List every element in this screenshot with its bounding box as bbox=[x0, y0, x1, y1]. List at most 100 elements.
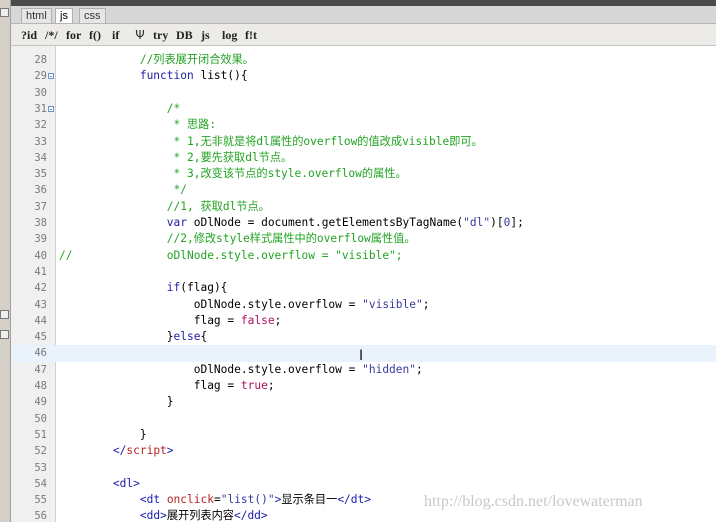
code-text: function list(){ bbox=[59, 68, 248, 84]
code-token: oDlNode = document.getElementsByTagName( bbox=[187, 216, 464, 229]
code-token: < bbox=[112, 476, 120, 490]
line-number: 32 bbox=[34, 119, 47, 132]
fit-button[interactable]: f!t bbox=[245, 27, 257, 43]
if-button[interactable]: if bbox=[112, 27, 119, 43]
collapse-arrow-icon[interactable] bbox=[0, 8, 9, 17]
code-line[interactable]: 38 var oDlNode = document.getElementsByT… bbox=[11, 215, 716, 231]
code-line[interactable]: 48 flag = true; bbox=[11, 378, 716, 394]
id-button[interactable]: ?id bbox=[21, 27, 37, 43]
code-line[interactable]: 50 bbox=[11, 411, 716, 427]
log-button[interactable]: log bbox=[222, 27, 237, 43]
code-editor[interactable]: 28 //列表展开闭合效果。 29 function list(){ 30 31 /*… bbox=[11, 46, 716, 522]
db-button[interactable]: DB bbox=[176, 27, 193, 43]
line-number: 40 bbox=[34, 249, 47, 262]
code-line[interactable]: 52 </script> bbox=[11, 443, 716, 459]
code-line[interactable]: 32 * 思路: bbox=[11, 117, 716, 133]
line-number: 54 bbox=[34, 477, 47, 490]
ibeam-cursor-icon: I bbox=[359, 348, 364, 364]
code-line[interactable]: 45 }else{ bbox=[11, 329, 716, 345]
code-line[interactable]: 42 if(flag){ bbox=[11, 280, 716, 296]
code-token: )[ bbox=[490, 216, 504, 229]
fold-toggle-icon[interactable] bbox=[48, 73, 54, 80]
code-token: (flag){ bbox=[180, 281, 228, 295]
code-text: }else{ bbox=[59, 329, 207, 345]
line-number: 42 bbox=[34, 282, 47, 295]
code-line[interactable]: 37 //1, 获取dl节点。 bbox=[11, 199, 716, 215]
code-token: false bbox=[240, 313, 275, 327]
code-token: var bbox=[166, 216, 187, 229]
panel-scroll-icon[interactable] bbox=[0, 330, 9, 339]
code-line[interactable]: 40 // oDlNode.style.overflow = "visible"; bbox=[11, 248, 716, 264]
code-token: } bbox=[166, 330, 174, 344]
language-tab-bar: html js css bbox=[11, 6, 716, 24]
code-token: > bbox=[160, 509, 167, 522]
try-button[interactable]: try bbox=[153, 27, 168, 43]
code-text: * 2,要先获取dl节点。 bbox=[59, 150, 293, 166]
line-number: 52 bbox=[34, 445, 47, 458]
line-number: 38 bbox=[34, 217, 47, 229]
code-line[interactable]: 34 * 2,要先获取dl节点。 bbox=[11, 150, 716, 166]
code-token: dt bbox=[350, 493, 365, 507]
code-line[interactable]: 47 oDlNode.style.overflow = "hidden"; bbox=[11, 362, 716, 378]
code-line[interactable]: 30 bbox=[11, 85, 716, 101]
code-line[interactable]: 53 bbox=[11, 460, 716, 476]
code-token: ; bbox=[416, 362, 423, 376]
code-token: flag = bbox=[193, 379, 241, 392]
code-token: dt bbox=[146, 493, 161, 507]
code-text: var oDlNode = document.getElementsByTagN… bbox=[59, 215, 524, 231]
code-line[interactable]: 41 bbox=[11, 264, 716, 280]
code-line[interactable]: 49 } bbox=[11, 394, 716, 410]
code-token: //1, 获取dl节点。 bbox=[166, 199, 270, 213]
code-text: } bbox=[59, 394, 174, 410]
for-button[interactable]: for bbox=[66, 27, 81, 43]
code-token: 展开列表内容 bbox=[166, 509, 234, 522]
line-number: 56 bbox=[34, 510, 47, 522]
line-number: 30 bbox=[34, 86, 47, 99]
line-number: 35 bbox=[34, 168, 47, 181]
code-line[interactable]: 35 * 3,改变该节点的style.overflow的属性。 bbox=[11, 166, 716, 182]
code-token: "hidden" bbox=[362, 362, 416, 376]
code-line[interactable]: 28 //列表展开闭合效果。 bbox=[11, 52, 716, 68]
code-token: } bbox=[139, 427, 147, 441]
code-line[interactable]: 36 */ bbox=[11, 182, 716, 198]
code-line[interactable]: 39 //2,修改style样式属性中的overflow属性值。 bbox=[11, 231, 716, 247]
code-line[interactable]: 44 flag = false; bbox=[11, 313, 716, 329]
code-text: //1, 获取dl节点。 bbox=[59, 199, 270, 215]
code-line[interactable]: 31 /* bbox=[11, 101, 716, 117]
code-line[interactable]: 54 <dl> bbox=[11, 476, 716, 492]
regex-icon[interactable]: Ψ bbox=[133, 27, 147, 43]
code-token: script bbox=[126, 444, 167, 458]
js-button[interactable]: js bbox=[201, 27, 210, 43]
tab-js[interactable]: js bbox=[55, 8, 73, 23]
code-token: oDlNode.style.overflow = bbox=[193, 297, 363, 311]
code-line[interactable]: 33 * 1,无非就是将dl属性的overflow的值改成visible即可。 bbox=[11, 134, 716, 150]
code-line[interactable]: 51 } bbox=[11, 427, 716, 443]
code-line[interactable]: 43 oDlNode.style.overflow = "visible"; bbox=[11, 297, 716, 313]
panel-restore-icon[interactable] bbox=[0, 310, 9, 319]
code-token: */ bbox=[173, 183, 187, 197]
line-number: 48 bbox=[34, 380, 47, 392]
code-token: if bbox=[166, 281, 181, 295]
line-number: 33 bbox=[34, 135, 47, 148]
code-token: < bbox=[139, 493, 147, 507]
tab-html[interactable]: html bbox=[21, 8, 52, 23]
comment-button[interactable]: /*/ bbox=[45, 27, 58, 43]
code-token: * 1,无非就是将dl属性的overflow的值改成visible即可。 bbox=[173, 134, 483, 148]
code-line[interactable]: 29 function list(){ bbox=[11, 68, 716, 84]
function-button[interactable]: f() bbox=[89, 27, 101, 43]
code-text: * 1,无非就是将dl属性的overflow的值改成visible即可。 bbox=[59, 134, 483, 150]
tab-css[interactable]: css bbox=[79, 8, 106, 23]
line-number: 36 bbox=[34, 184, 47, 197]
fold-toggle-icon[interactable] bbox=[48, 105, 54, 112]
code-text: //2,修改style样式属性中的overflow属性值。 bbox=[59, 231, 416, 247]
code-token: ; bbox=[274, 313, 282, 327]
line-number: 41 bbox=[34, 265, 47, 278]
code-text: </script> bbox=[59, 443, 174, 459]
